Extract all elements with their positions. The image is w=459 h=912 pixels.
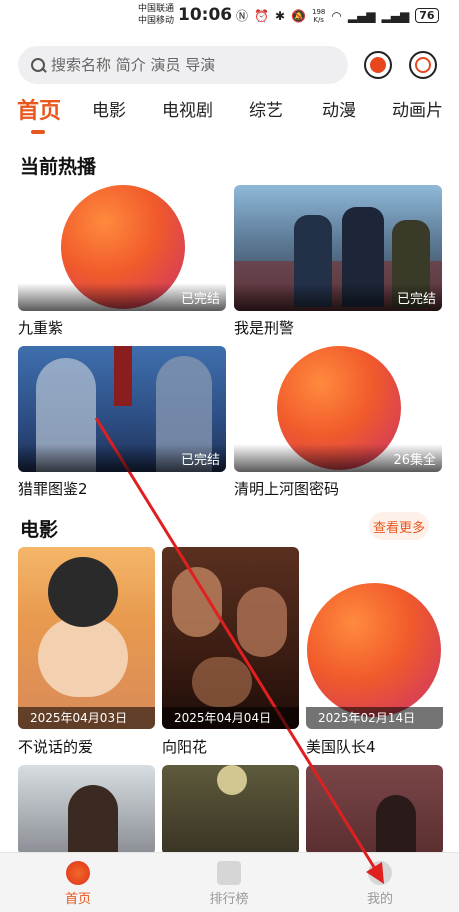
status-icons: Ⓝ ⏰ ✱ 🔕 198 K/s ◠ ▂▄▆ ▂▄▆ 76 bbox=[236, 7, 439, 24]
tab-movie[interactable]: 电影 bbox=[92, 96, 126, 121]
nav-home[interactable]: 首页 bbox=[38, 861, 118, 907]
movie-poster-6[interactable] bbox=[306, 765, 443, 855]
battery-icon: 76 bbox=[415, 8, 439, 23]
view-more-button[interactable]: 查看更多 bbox=[369, 512, 429, 540]
movie-poster-4[interactable] bbox=[18, 765, 155, 855]
placeholder-carrot-icon bbox=[307, 583, 441, 717]
release-date: 2025年04月04日 bbox=[162, 707, 299, 729]
movie-poster-1[interactable]: 2025年04月03日 bbox=[18, 547, 155, 729]
section-title-movies: 电影 bbox=[20, 519, 59, 541]
tab-home[interactable]: 首页 bbox=[17, 93, 61, 125]
movie-2-title[interactable]: 向阳花 bbox=[162, 736, 207, 757]
status-badge: 26集全 bbox=[393, 453, 436, 468]
profile-icon bbox=[368, 861, 392, 885]
status-bar: 中国联通 中国移动 10:06 Ⓝ ⏰ ✱ 🔕 198 K/s ◠ ▂▄▆ ▂▄… bbox=[0, 0, 459, 34]
search-input[interactable] bbox=[51, 56, 331, 74]
hot-card-3-title[interactable]: 猎罪图鉴2 bbox=[18, 478, 88, 499]
tab-anime[interactable]: 动漫 bbox=[322, 96, 356, 121]
signal-4g-icon: ▂▄▆ bbox=[381, 8, 410, 23]
nav-mine-label: 我的 bbox=[366, 892, 393, 907]
status-badge: 已完结 bbox=[180, 292, 220, 307]
category-tabs: 首页 电影 电视剧 综艺 动漫 动画片 bbox=[0, 96, 459, 136]
release-date: 2025年04月03日 bbox=[18, 707, 155, 729]
network-speed: 198 K/s bbox=[311, 7, 326, 24]
movie-poster-5[interactable] bbox=[162, 765, 299, 855]
carrier-2: 中国移动 bbox=[138, 16, 175, 26]
chart-icon bbox=[217, 861, 241, 885]
release-date: 2025年02月14日 bbox=[306, 707, 443, 729]
status-badge: 已完结 bbox=[180, 453, 220, 468]
nav-rank-label: 排行榜 bbox=[209, 892, 249, 907]
hot-card-2-title[interactable]: 我是刑警 bbox=[234, 317, 294, 338]
home-icon bbox=[66, 861, 90, 885]
hot-card-1[interactable]: 已完结 bbox=[18, 185, 226, 311]
section-title-hot: 当前热播 bbox=[20, 156, 97, 178]
movie-3-title[interactable]: 美国队长4 bbox=[306, 736, 376, 757]
active-tab-indicator bbox=[31, 130, 45, 134]
tab-variety[interactable]: 综艺 bbox=[249, 96, 283, 121]
hot-card-2[interactable]: 已完结 bbox=[234, 185, 442, 311]
mute-icon: 🔕 bbox=[291, 8, 306, 23]
history-icon[interactable] bbox=[409, 51, 437, 79]
nav-rank[interactable]: 排行榜 bbox=[189, 861, 269, 907]
hot-card-4-title[interactable]: 清明上河图密码 bbox=[234, 478, 339, 499]
nav-mine[interactable]: 我的 bbox=[340, 861, 420, 907]
movie-poster-2[interactable]: 2025年04月04日 bbox=[162, 547, 299, 729]
clock: 10:06 bbox=[178, 5, 233, 25]
bottom-nav: 首页 排行榜 我的 bbox=[0, 852, 459, 912]
nfc-icon: Ⓝ bbox=[236, 9, 249, 23]
nav-home-label: 首页 bbox=[64, 892, 91, 907]
wifi-icon: ◠ bbox=[331, 8, 342, 23]
hot-card-4[interactable]: 26集全 bbox=[234, 346, 442, 472]
carrier-1: 中国联通 bbox=[138, 4, 175, 14]
hot-card-3[interactable]: 已完结 bbox=[18, 346, 226, 472]
carrier-info: 中国联通 中国移动 bbox=[138, 3, 174, 27]
search-bar[interactable] bbox=[18, 46, 348, 84]
alarm-icon: ⏰ bbox=[254, 8, 269, 23]
tab-cartoon[interactable]: 动画片 bbox=[392, 96, 443, 121]
hot-card-1-title[interactable]: 九重紫 bbox=[18, 317, 63, 338]
movie-poster-3[interactable]: 2025年02月14日 bbox=[306, 547, 443, 729]
movie-1-title[interactable]: 不说话的爱 bbox=[18, 736, 93, 757]
tab-tv[interactable]: 电视剧 bbox=[162, 96, 213, 121]
status-badge: 已完结 bbox=[396, 292, 436, 307]
bluetooth-icon: ✱ bbox=[274, 8, 286, 23]
download-icon[interactable] bbox=[364, 51, 392, 79]
search-icon bbox=[30, 57, 46, 73]
signal-icon: ▂▄▆ bbox=[347, 8, 376, 23]
